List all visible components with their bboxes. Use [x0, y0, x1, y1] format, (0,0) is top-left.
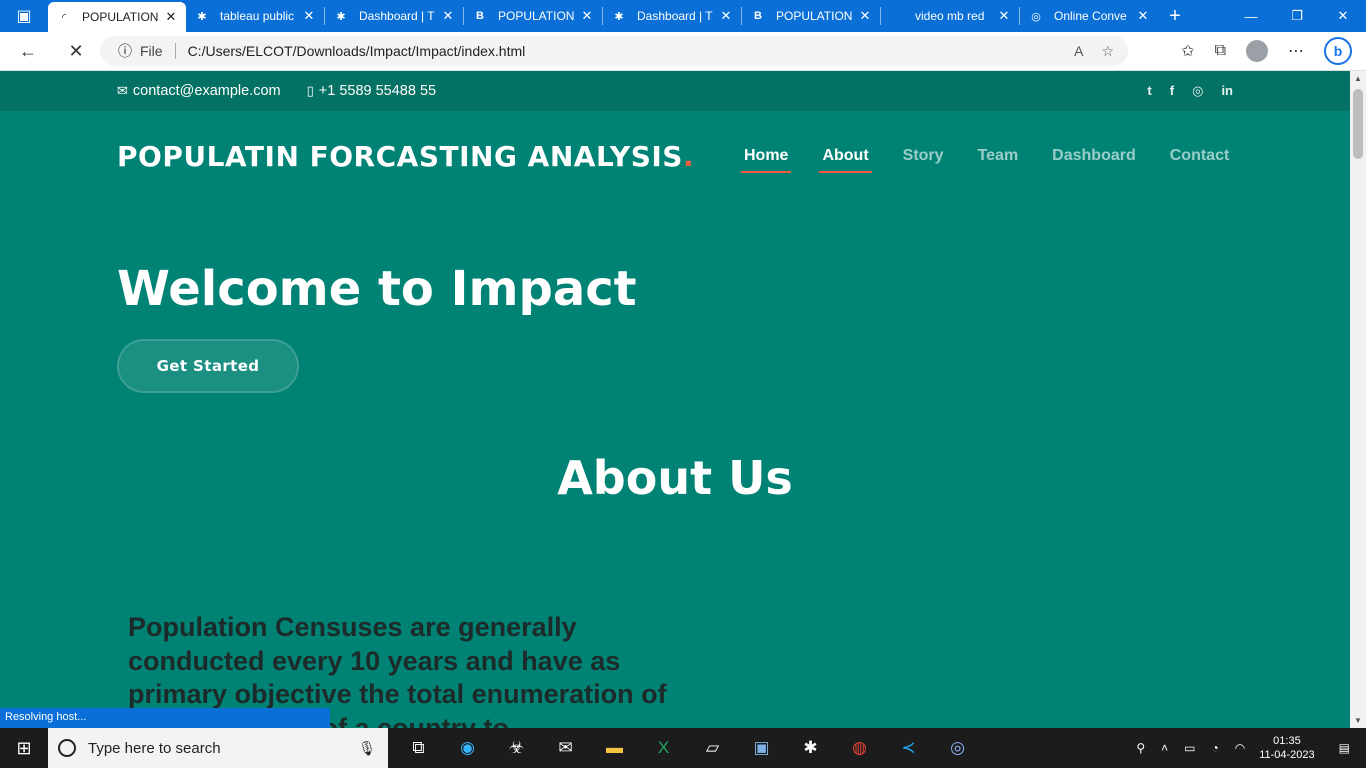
read-aloud-icon[interactable]: A: [1074, 43, 1083, 60]
main-nav: Home About Story Team Dashboard Contact: [740, 147, 1263, 173]
hero-title: Welcome to Impact: [117, 261, 637, 317]
notepad-icon[interactable]: ▱: [688, 728, 737, 768]
tab-tableau-public[interactable]: ✱ tableau public ✕: [186, 0, 324, 32]
tab-dashboard-2[interactable]: ✱ Dashboard | T ✕: [603, 0, 741, 32]
vscode-icon[interactable]: ≺: [884, 728, 933, 768]
nav-team[interactable]: Team: [978, 147, 1019, 173]
chevron-up-icon[interactable]: ˄: [1161, 741, 1168, 755]
tableau-icon[interactable]: ✱: [786, 728, 835, 768]
windows-start-icon[interactable]: ⊞: [0, 738, 48, 759]
search-icon: [58, 739, 76, 757]
site-logo[interactable]: POPULATIN FORCASTING ANALYSIS.: [117, 140, 694, 173]
add-favorite-icon[interactable]: ☆: [1101, 43, 1114, 60]
site-header: POPULATIN FORCASTING ANALYSIS. Home Abou…: [0, 111, 1350, 201]
edge-icon[interactable]: ◉: [443, 728, 492, 768]
status-bar: Resolving host...: [0, 708, 330, 728]
scroll-up-icon[interactable]: ▲: [1350, 74, 1366, 83]
tableau-icon: ✱: [614, 10, 624, 23]
bootstrap-icon: B: [754, 10, 762, 22]
microphone-icon[interactable]: 🎙: [358, 740, 376, 757]
envelope-icon: ✉: [117, 83, 128, 98]
mail-icon[interactable]: ✉: [541, 728, 590, 768]
tableau-icon: ✱: [197, 10, 207, 23]
get-started-button[interactable]: Get Started: [117, 339, 299, 393]
minimize-icon[interactable]: —: [1228, 0, 1274, 32]
taskbar-search[interactable]: Type here to search 🎙: [48, 728, 388, 768]
chrome-icon[interactable]: ◍: [835, 728, 884, 768]
file-explorer-icon[interactable]: ▬: [590, 728, 639, 768]
file-label: File: [140, 43, 176, 59]
nav-story[interactable]: Story: [903, 147, 944, 173]
scroll-down-icon[interactable]: ▼: [1350, 716, 1366, 725]
close-tab-icon[interactable]: ✕: [580, 8, 594, 24]
sql-icon[interactable]: ▣: [737, 728, 786, 768]
about-title: About Us: [557, 451, 793, 505]
browser-tab-strip: ▣ ◜ POPULATION ✕ ✱ tableau public ✕ ✱ Da…: [0, 0, 1366, 32]
favorites-icon[interactable]: ✩: [1181, 41, 1194, 61]
task-view-icon[interactable]: ⧉: [394, 728, 443, 768]
more-menu-icon[interactable]: ⋯: [1288, 41, 1304, 61]
windows-taskbar: ⊞ Type here to search 🎙 ⧉ ◉ ☣ ✉ ▬ X ▱ ▣ …: [0, 728, 1366, 768]
excel-icon[interactable]: X: [639, 728, 688, 768]
info-icon[interactable]: ⓘ: [118, 41, 132, 61]
bootstrap-icon: B: [476, 10, 484, 22]
twitter-icon[interactable]: t: [1147, 83, 1151, 99]
people-icon[interactable]: ⚲: [1136, 741, 1145, 755]
restore-icon[interactable]: ❐: [1274, 0, 1320, 32]
site-topbar: ✉ contact@example.com ▯ +1 5589 55488 55 t…: [0, 71, 1350, 111]
bing-icon[interactable]: b: [1324, 37, 1352, 65]
close-tab-icon[interactable]: ✕: [997, 8, 1011, 24]
page-scrollbar[interactable]: ▲ ▼: [1350, 71, 1366, 728]
network-icon[interactable]: ◔: [1211, 741, 1218, 755]
instagram-icon[interactable]: ◎: [1192, 83, 1203, 99]
url-text[interactable]: C:/Users/ELCOT/Downloads/Impact/Impact/i…: [188, 43, 526, 59]
tableau-icon: ✱: [336, 10, 346, 23]
web-page: ✉ contact@example.com ▯ +1 5589 55488 55 t…: [0, 71, 1350, 728]
tab-actions-menu-icon[interactable]: ▣: [0, 0, 48, 32]
nav-about[interactable]: About: [819, 147, 872, 173]
phone-icon: ▯: [306, 83, 314, 98]
wifi-icon[interactable]: ◠: [1235, 741, 1245, 755]
close-tab-icon[interactable]: ✕: [858, 8, 872, 24]
tab-population-active[interactable]: ◜ POPULATION ✕: [48, 2, 186, 32]
new-tab-button[interactable]: +: [1158, 5, 1192, 28]
tab-video[interactable]: video mb red ✕: [881, 0, 1019, 32]
tab-population-2[interactable]: B POPULATION ✕: [464, 0, 602, 32]
nav-dashboard[interactable]: Dashboard: [1052, 147, 1136, 173]
clock[interactable]: 01:35 11-04-2023: [1259, 734, 1314, 762]
social-links: t f ◎ in: [1147, 83, 1233, 99]
battery-icon[interactable]: ▭: [1184, 741, 1195, 755]
address-bar-row: ← ✕ ⓘ File C:/Users/ELCOT/Downloads/Impa…: [0, 32, 1366, 71]
notification-icon[interactable]: ▤: [1339, 741, 1350, 755]
contact-phone: +1 5589 55488 55: [318, 83, 437, 99]
contact-email[interactable]: contact@example.com: [133, 83, 281, 99]
close-tab-icon[interactable]: ✕: [441, 8, 455, 24]
blank-icon: [889, 8, 905, 24]
address-bar[interactable]: ⓘ File C:/Users/ELCOT/Downloads/Impact/I…: [100, 36, 1128, 66]
linkedin-icon[interactable]: in: [1221, 83, 1233, 99]
converter-icon: ◎: [1031, 10, 1041, 23]
tab-online-converter[interactable]: ◎ Online Conve ✕: [1020, 0, 1158, 32]
nav-contact[interactable]: Contact: [1170, 147, 1230, 173]
close-window-icon[interactable]: ✕: [1320, 0, 1366, 32]
tab-population-3[interactable]: B POPULATION ✕: [742, 0, 880, 32]
stop-loading-icon[interactable]: ✕: [56, 41, 96, 62]
loading-icon: ◜: [61, 11, 67, 24]
close-tab-icon[interactable]: ✕: [164, 9, 178, 25]
obs-icon[interactable]: ◎: [933, 728, 982, 768]
system-tray: ⚲ ˄ ▭ ◔ ◠ 01:35 11-04-2023 ▤: [1128, 728, 1366, 768]
app-icon[interactable]: ☣: [492, 728, 541, 768]
nav-home[interactable]: Home: [740, 147, 792, 173]
back-arrow-icon[interactable]: ←: [8, 41, 48, 62]
close-tab-icon[interactable]: ✕: [302, 8, 316, 24]
profile-avatar[interactable]: [1246, 40, 1268, 62]
window-controls: — ❐ ✕: [1228, 0, 1366, 32]
facebook-icon[interactable]: f: [1170, 83, 1174, 99]
collections-icon[interactable]: ⧉: [1215, 42, 1226, 60]
close-tab-icon[interactable]: ✕: [719, 8, 733, 24]
scrollbar-thumb[interactable]: [1353, 89, 1363, 159]
tab-dashboard[interactable]: ✱ Dashboard | T ✕: [325, 0, 463, 32]
close-tab-icon[interactable]: ✕: [1136, 8, 1150, 24]
